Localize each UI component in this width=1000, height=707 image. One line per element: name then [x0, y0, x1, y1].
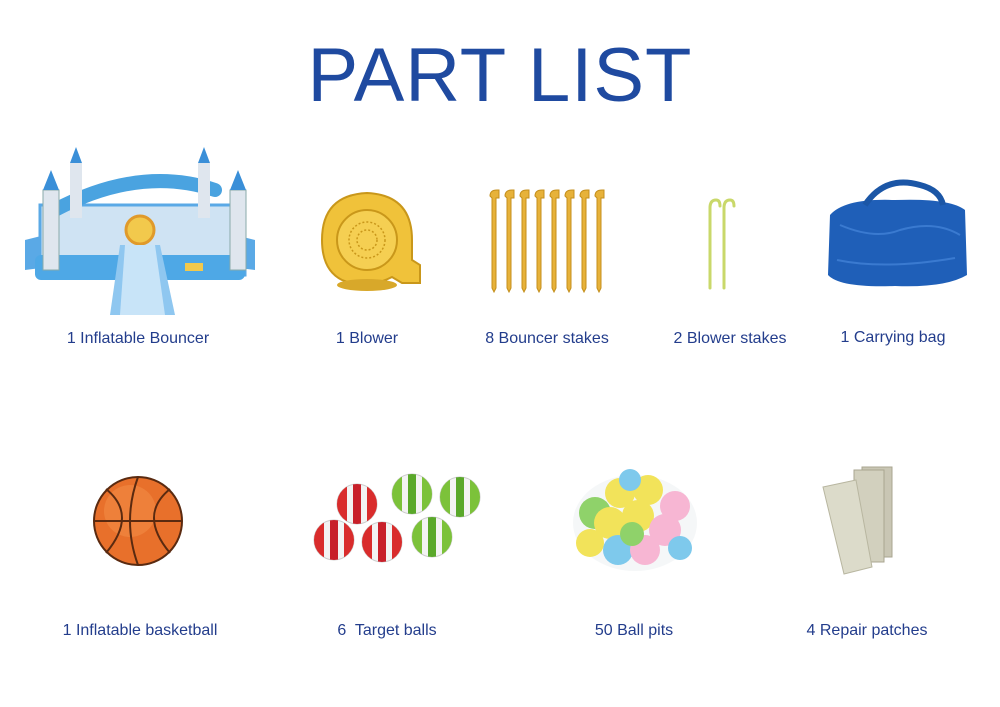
page-title: PART LIST	[307, 33, 693, 118]
item-label-bouncer-stakes: 8 Bouncer stakes	[485, 330, 609, 347]
item-label-carrying-bag: 1 Carrying bag	[840, 329, 946, 346]
item-label-bouncer: 1 Inflatable Bouncer	[66, 330, 210, 347]
item-label-blower-stakes: 2 Blower stakes	[673, 330, 787, 347]
item-label-blower: 1 Blower	[335, 330, 399, 347]
ball-pit-icon	[573, 469, 697, 571]
target-balls-icon	[313, 473, 481, 563]
item-label-basketball: 1 Inflatable basketball	[62, 622, 218, 639]
blower-stakes-icon	[708, 198, 736, 290]
bouncer-castle-icon	[25, 147, 255, 315]
carrying-bag-icon	[828, 179, 967, 287]
blower-icon	[320, 191, 421, 291]
item-label-repair-patches: 4 Repair patches	[806, 622, 928, 639]
item-label-ball-pits: 50 Ball pits	[594, 622, 674, 639]
repair-patches-icon	[822, 466, 893, 575]
item-label-target-balls: 6 Target balls	[337, 622, 437, 639]
basketball-icon	[93, 476, 183, 566]
bouncer-stakes-icon	[489, 189, 605, 294]
